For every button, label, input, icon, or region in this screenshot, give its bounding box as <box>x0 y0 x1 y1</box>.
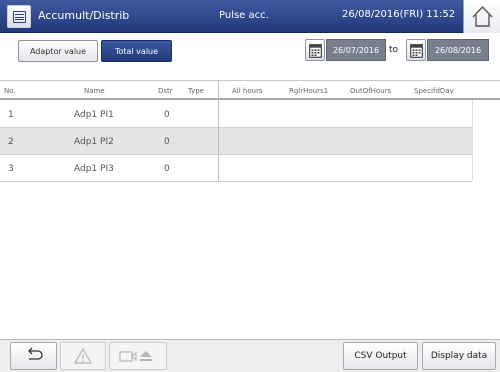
home-button[interactable] <box>463 0 500 33</box>
to-label: to <box>389 45 399 55</box>
camera-eject-icon <box>119 351 152 362</box>
adaptor-value-button[interactable]: Adaptor value <box>18 40 98 62</box>
table-header: No. Name Dstr Type All hours RglrHours1 … <box>0 80 500 100</box>
home-icon <box>472 5 493 27</box>
start-date-field[interactable]: 26/07/2016 <box>326 39 386 61</box>
row-dstr: 0 <box>164 137 170 147</box>
row-dstr: 0 <box>164 164 170 174</box>
title-bar: Accumult/Distrib Pulse acc. 26/08/2016(F… <box>0 0 500 33</box>
scroll-area[interactable] <box>472 100 500 181</box>
row-dstr: 0 <box>164 110 170 120</box>
column-header-name: Name <box>84 87 105 95</box>
menu-icon <box>13 11 26 23</box>
row-name: Adp1 PI3 <box>74 164 114 174</box>
mode-label: Pulse acc. <box>219 10 269 21</box>
row-name: Adp1 PI2 <box>74 137 114 147</box>
column-header-all-hours: All hours <box>232 87 263 95</box>
column-header-dstr: Dstr <box>158 87 173 95</box>
footer-bar: CSV Output Display data <box>0 339 500 372</box>
row-values <box>218 101 472 127</box>
current-datetime: 26/08/2016(FRI) 11:52 <box>342 9 456 20</box>
column-divider <box>218 80 219 181</box>
row-name: Adp1 PI1 <box>74 110 114 120</box>
screen-title: Accumult/Distrib <box>38 9 130 22</box>
menu-button[interactable] <box>7 5 31 28</box>
column-header-no: No. <box>4 87 16 95</box>
row-number: 2 <box>8 137 14 147</box>
end-date-calendar-button[interactable] <box>406 39 426 61</box>
csv-output-button[interactable]: CSV Output <box>343 342 418 370</box>
table-row[interactable]: 2 Adp1 PI2 0 <box>0 128 472 155</box>
row-number: 1 <box>8 110 14 120</box>
table-row[interactable]: 1 Adp1 PI1 0 <box>0 101 472 128</box>
total-value-button[interactable]: Total value <box>101 40 172 62</box>
alarm-button[interactable] <box>60 342 106 370</box>
row-number: 3 <box>8 164 14 174</box>
row-values <box>218 155 472 181</box>
column-header-specified-day: SpecifdDay <box>414 87 454 95</box>
column-header-type: Type <box>188 87 205 95</box>
start-date-calendar-button[interactable] <box>305 39 325 61</box>
end-date-field[interactable]: 26/08/2016 <box>427 39 489 61</box>
column-header-regular-hours: RglrHours1 <box>289 87 329 95</box>
calendar-icon <box>410 44 423 58</box>
calendar-icon <box>309 44 322 58</box>
back-button[interactable] <box>10 342 57 370</box>
column-header-out-of-hours: OutOfHours <box>350 87 392 95</box>
display-data-button[interactable]: Display data <box>422 342 496 370</box>
row-values <box>218 128 472 154</box>
table-row[interactable]: 3 Adp1 PI3 0 <box>0 155 472 182</box>
back-icon <box>27 347 43 360</box>
warning-icon <box>74 348 92 364</box>
media-eject-button[interactable] <box>109 342 167 370</box>
